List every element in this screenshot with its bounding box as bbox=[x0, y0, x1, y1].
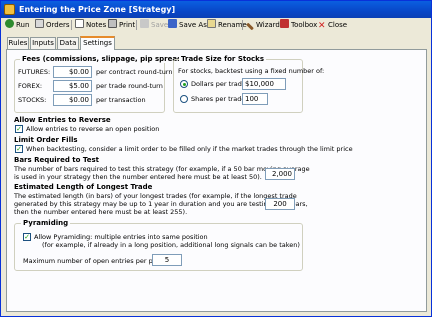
limit-fills-checkbox-label: When backtesting, consider a limit order… bbox=[26, 145, 353, 153]
pyramiding-checkbox[interactable]: ✓ bbox=[23, 233, 31, 241]
bars-required-line-2: is used in your strategy then the number… bbox=[14, 173, 262, 181]
bars-required-input[interactable]: 2,000 bbox=[265, 168, 295, 180]
strategy-window: Entering the Price Zone [Strategy] Run O… bbox=[0, 0, 432, 317]
printer-icon bbox=[108, 19, 117, 28]
tab-data[interactable]: Data bbox=[57, 37, 79, 49]
wizard-wand-icon bbox=[246, 22, 254, 31]
trade-size-description: For stocks, backtest using a fixed numbe… bbox=[178, 67, 325, 75]
forex-fee-input[interactable]: $5.00 bbox=[53, 80, 92, 92]
reverse-checkbox-label: Allow entries to reverse an open positio… bbox=[26, 125, 160, 133]
save-as-icon bbox=[168, 19, 177, 28]
futures-fee-input[interactable]: $0.00 bbox=[53, 66, 92, 78]
forex-label: FOREX: bbox=[18, 82, 43, 90]
save-button[interactable]: Save bbox=[140, 19, 168, 31]
toolbar-separator bbox=[71, 20, 72, 30]
fees-title: Fees (commissions, slippage, pip spread) bbox=[20, 55, 188, 63]
pyramiding-group: Pyramiding ✓ Allow Pyramiding: multiple … bbox=[14, 219, 303, 271]
rename-icon bbox=[207, 19, 216, 28]
longest-trade-line-3: then the number entered here must be at … bbox=[14, 208, 188, 216]
settings-panel: Fees (commissions, slippage, pip spread)… bbox=[6, 49, 427, 312]
reverse-checkbox[interactable]: ✓ bbox=[15, 125, 23, 133]
save-icon bbox=[140, 19, 149, 28]
print-button[interactable]: Print bbox=[108, 19, 135, 31]
longest-trade-line-1: The estimated length (in bars) of your l… bbox=[14, 192, 297, 200]
wizard-button[interactable]: Wizard bbox=[246, 19, 280, 31]
toolbar: Run Orders Notes Print Save Save As Rena… bbox=[2, 18, 430, 32]
stocks-fee-input[interactable]: $0.00 bbox=[53, 94, 92, 106]
fees-group: Fees (commissions, slippage, pip spread)… bbox=[14, 55, 188, 113]
trade-size-group: Trade Size for Stocks For stocks, backte… bbox=[173, 55, 324, 113]
toolbar-separator bbox=[242, 20, 243, 30]
shares-per-trade-radio[interactable] bbox=[180, 95, 188, 103]
pyramiding-checkbox-label: Allow Pyramiding: multiple entries into … bbox=[34, 233, 208, 241]
stocks-fee-unit: per transaction bbox=[96, 96, 146, 104]
longest-trade-title: Estimated Length of Longest Trade bbox=[14, 183, 153, 191]
tab-rules[interactable]: Rules bbox=[7, 37, 29, 49]
bars-required-title: Bars Required to Test bbox=[14, 156, 99, 164]
close-icon: ✕ bbox=[318, 21, 326, 31]
orders-button[interactable]: Orders bbox=[35, 19, 70, 31]
toolbox-icon bbox=[280, 19, 289, 28]
pyramiding-title: Pyramiding bbox=[21, 219, 71, 227]
orders-icon bbox=[35, 19, 44, 28]
tab-inputs[interactable]: Inputs bbox=[30, 37, 56, 49]
window-title: Entering the Price Zone [Strategy] bbox=[19, 5, 176, 14]
toolbar-separator bbox=[136, 20, 137, 30]
app-icon bbox=[4, 4, 15, 15]
close-button[interactable]: ✕ Close bbox=[318, 19, 347, 31]
notes-icon bbox=[75, 19, 84, 28]
run-icon bbox=[5, 19, 14, 28]
futures-fee-unit: per contract round-turn bbox=[96, 68, 173, 76]
dollars-per-trade-label: Dollars per trade bbox=[191, 80, 246, 88]
pyramiding-example: (for example, if already in a long posit… bbox=[42, 241, 300, 249]
max-entries-input[interactable]: 5 bbox=[152, 254, 182, 266]
shares-per-trade-label: Shares per trade bbox=[191, 95, 246, 103]
toolbox-button[interactable]: Toolbox bbox=[280, 19, 317, 31]
longest-trade-line-2: generated by this strategy may be up to … bbox=[14, 200, 308, 208]
run-button[interactable]: Run bbox=[5, 19, 29, 31]
forex-fee-unit: per trade round-turn bbox=[96, 82, 163, 90]
limit-fills-checkbox[interactable]: ✓ bbox=[15, 145, 23, 153]
stocks-label: STOCKS: bbox=[18, 96, 47, 104]
notes-button[interactable]: Notes bbox=[75, 19, 106, 31]
save-as-button[interactable]: Save As bbox=[168, 19, 207, 31]
rename-button[interactable]: Rename bbox=[207, 19, 247, 31]
limit-fills-section-title: Limit Order Fills bbox=[14, 136, 78, 144]
shares-per-trade-input[interactable]: 100 bbox=[242, 93, 268, 105]
reverse-section-title: Allow Entries to Reverse bbox=[14, 116, 111, 124]
longest-trade-input[interactable]: 200 bbox=[265, 198, 295, 210]
tab-settings[interactable]: Settings bbox=[80, 36, 115, 50]
title-bar[interactable]: Entering the Price Zone [Strategy] bbox=[1, 1, 431, 18]
dollars-per-trade-radio[interactable] bbox=[180, 80, 188, 88]
futures-label: FUTURES: bbox=[18, 68, 51, 76]
dollars-per-trade-input[interactable]: $10,000 bbox=[242, 78, 286, 90]
trade-size-title: Trade Size for Stocks bbox=[179, 55, 266, 63]
